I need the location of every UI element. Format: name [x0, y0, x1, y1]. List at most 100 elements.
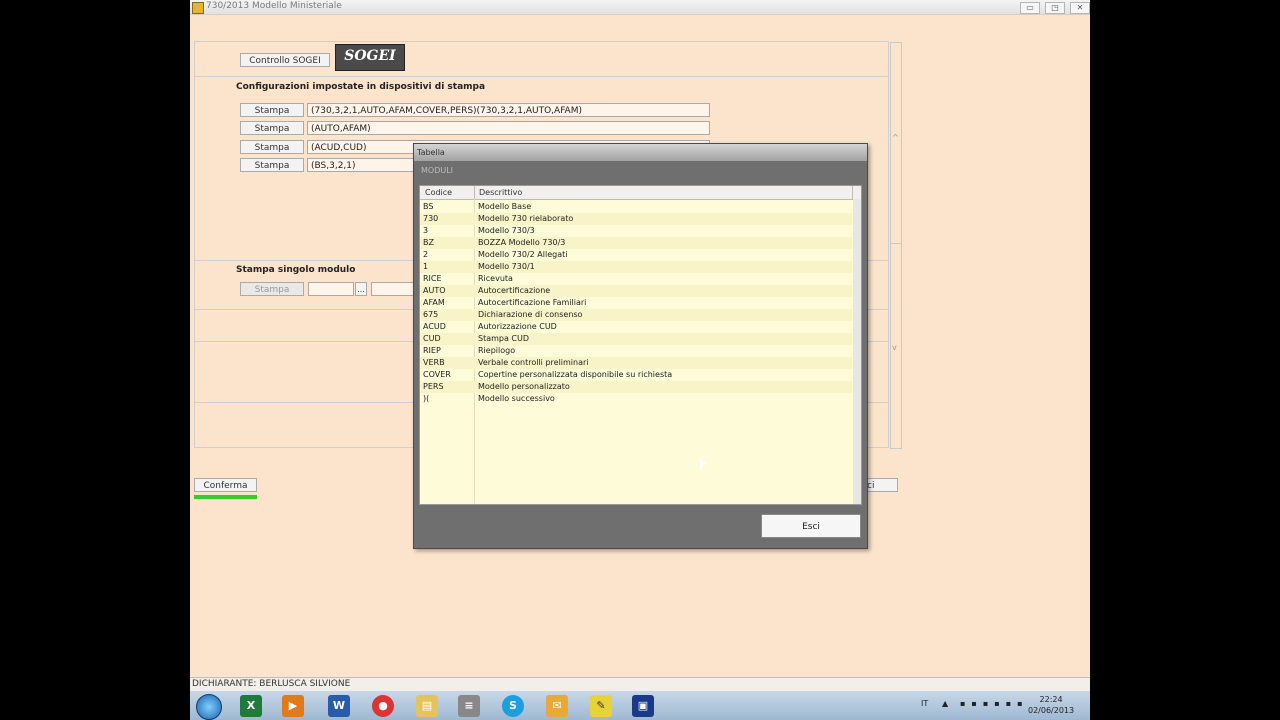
cell-descrittivo: Modello 730/3: [478, 226, 535, 235]
table-row[interactable]: )( Modello successivo: [420, 393, 852, 405]
word-icon[interactable]: W: [328, 695, 350, 717]
clock-time: 22:24: [1039, 695, 1063, 704]
table-row[interactable]: 1 Modello 730/1: [420, 261, 852, 273]
cell-descrittivo: Dichiarazione di consenso: [478, 310, 583, 319]
app-window-icon[interactable]: ▣: [632, 695, 654, 717]
table-row[interactable]: RIEP Riepilogo: [420, 345, 852, 357]
cell-descrittivo: Autorizzazione CUD: [478, 322, 557, 331]
dichiarante-label: DICHIARANTE: BERLUSCA SILVIONE: [192, 679, 351, 689]
excel-icon[interactable]: X: [240, 695, 262, 717]
module-code-input[interactable]: [308, 282, 354, 296]
column-header-codice[interactable]: Codice: [425, 188, 452, 197]
stampa-button-4[interactable]: Stampa: [240, 158, 304, 172]
scroll-up-arrow-icon[interactable]: ^: [892, 133, 899, 142]
table-row[interactable]: RICE Ricevuta: [420, 273, 852, 285]
chrome-icon[interactable]: ●: [372, 695, 394, 717]
module-picker-button[interactable]: ...: [355, 282, 367, 296]
taskbar: X ▶ W ● ▤ ≡ S ✉ ✎ ▣ IT ▲ ▪▪▪▪▪▪ 22:24 02…: [190, 691, 1090, 720]
cell-descrittivo: Modello Base: [478, 202, 532, 211]
table-row[interactable]: BS Modello Base: [420, 201, 852, 213]
table-row[interactable]: AFAM Autocertificazione Familiari: [420, 297, 852, 309]
tray-expand-icon[interactable]: ▲: [942, 699, 948, 708]
conferma-button[interactable]: Conferma: [194, 478, 257, 492]
cell-descrittivo: Modello personalizzato: [478, 382, 570, 391]
cell-descrittivo: Autocertificazione: [478, 286, 551, 295]
cell-descrittivo: Modello 730 rielaborato: [478, 214, 574, 223]
clock-date: 02/06/2013: [1028, 706, 1075, 715]
maximize-button[interactable]: ◳: [1045, 2, 1065, 14]
cell-codice: RIEP: [423, 346, 441, 355]
cell-codice: )(: [423, 394, 430, 403]
windows-start-icon[interactable]: [196, 694, 222, 720]
stampa-button-3[interactable]: Stampa: [240, 140, 304, 154]
close-button[interactable]: ✕: [1070, 2, 1090, 14]
table-row[interactable]: 3 Modello 730/3: [420, 225, 852, 237]
cell-descrittivo: Autocertificazione Familiari: [478, 298, 587, 307]
dialog-title: Tabella: [417, 148, 445, 157]
cell-codice: ACUD: [423, 322, 446, 331]
cell-codice: 1: [423, 262, 429, 271]
table-scrollbar[interactable]: [853, 199, 861, 504]
tabella-dialog: Tabella MODULI Codice Descrittivo BS Mode…: [413, 143, 868, 549]
cell-codice: 2: [423, 250, 429, 259]
single-module-heading: Stampa singolo modulo: [236, 265, 356, 275]
table-row[interactable]: 2 Modello 730/2 Allegati: [420, 249, 852, 261]
table-row[interactable]: AUTO Autocertificazione: [420, 285, 852, 297]
main-scrollbar[interactable]: ^ v: [890, 42, 902, 449]
dialog-subtitle: MODULI: [421, 166, 454, 175]
outlook-icon[interactable]: ✉: [546, 695, 568, 717]
cell-codice: PERS: [423, 382, 444, 391]
table-row[interactable]: VERB Verbale controlli preliminari: [420, 357, 852, 369]
cell-descrittivo: Verbale controlli preliminari: [478, 358, 589, 367]
cell-descrittivo: Copertine personalizzata disponibile su …: [478, 370, 673, 379]
minimize-button[interactable]: ▭: [1020, 2, 1040, 14]
stampa-button-1[interactable]: Stampa: [240, 103, 304, 117]
controllo-sogei-button[interactable]: Controllo SOGEI: [240, 53, 330, 67]
table-row[interactable]: BZ BOZZA Modello 730/3: [420, 237, 852, 249]
app-window: 730/2013 Modello Ministeriale ▭ ◳ ✕ Cont…: [190, 0, 1090, 720]
table-row[interactable]: 730 Modello 730 rielaborato: [420, 213, 852, 225]
language-indicator[interactable]: IT: [921, 699, 928, 708]
tray-icons[interactable]: ▪▪▪▪▪▪: [960, 699, 1029, 708]
media-player-icon[interactable]: ▶: [282, 695, 304, 717]
app-icon: [192, 2, 204, 14]
cell-descrittivo: Stampa CUD: [478, 334, 530, 343]
sticky-app-icon[interactable]: ✎: [590, 695, 612, 717]
stampa-singolo-button[interactable]: Stampa: [240, 282, 304, 296]
table-row[interactable]: PERS Modello personalizzato: [420, 381, 852, 393]
cell-descrittivo: Modello 730/1: [478, 262, 535, 271]
file-explorer-icon[interactable]: ▤: [416, 695, 438, 717]
config-field-2[interactable]: (AUTO,AFAM): [307, 121, 710, 135]
cell-descrittivo: Modello successivo: [478, 394, 555, 403]
clock[interactable]: 22:24 02/06/2013: [1028, 694, 1074, 716]
title-bar: 730/2013 Modello Ministeriale ▭ ◳ ✕: [190, 0, 1090, 15]
cell-codice: CUD: [423, 334, 441, 343]
column-header-descrittivo[interactable]: Descrittivo: [479, 188, 522, 197]
cell-codice: VERB: [423, 358, 445, 367]
window-title: 730/2013 Modello Ministeriale: [206, 1, 342, 11]
sogei-logo: SOGEI: [335, 44, 405, 71]
mouse-pointer-icon: [700, 459, 706, 471]
scroll-down-arrow-icon[interactable]: v: [892, 343, 897, 352]
moduli-table: Codice Descrittivo BS Modello Base 730 Mode…: [419, 185, 862, 505]
notepad-icon[interactable]: ≡: [458, 695, 480, 717]
table-row[interactable]: CUD Stampa CUD: [420, 333, 852, 345]
table-row[interactable]: COVER Copertine personalizzata disponibil…: [420, 369, 852, 381]
cell-descrittivo: Modello 730/2 Allegati: [478, 250, 568, 259]
cell-codice: AFAM: [423, 298, 445, 307]
esci-dialog-button[interactable]: Esci: [761, 514, 861, 538]
stampa-button-2[interactable]: Stampa: [240, 121, 304, 135]
cell-codice: BZ: [423, 238, 434, 247]
config-field-1[interactable]: (730,3,2,1,AUTO,AFAM,COVER,PERS)(730,3,2…: [307, 103, 710, 117]
scroll-thumb[interactable]: [891, 43, 901, 244]
skype-icon[interactable]: S: [502, 695, 524, 717]
config-heading: Configurazioni impostate in dispositivi …: [236, 82, 486, 92]
cell-descrittivo: Riepilogo: [478, 346, 516, 355]
table-row[interactable]: ACUD Autorizzazione CUD: [420, 321, 852, 333]
module-desc-field: [371, 282, 416, 296]
table-row[interactable]: 675 Dichiarazione di consenso: [420, 309, 852, 321]
cell-codice: BS: [423, 202, 434, 211]
cell-codice: AUTO: [423, 286, 446, 295]
cell-codice: 730: [423, 214, 439, 223]
cell-codice: 675: [423, 310, 439, 319]
